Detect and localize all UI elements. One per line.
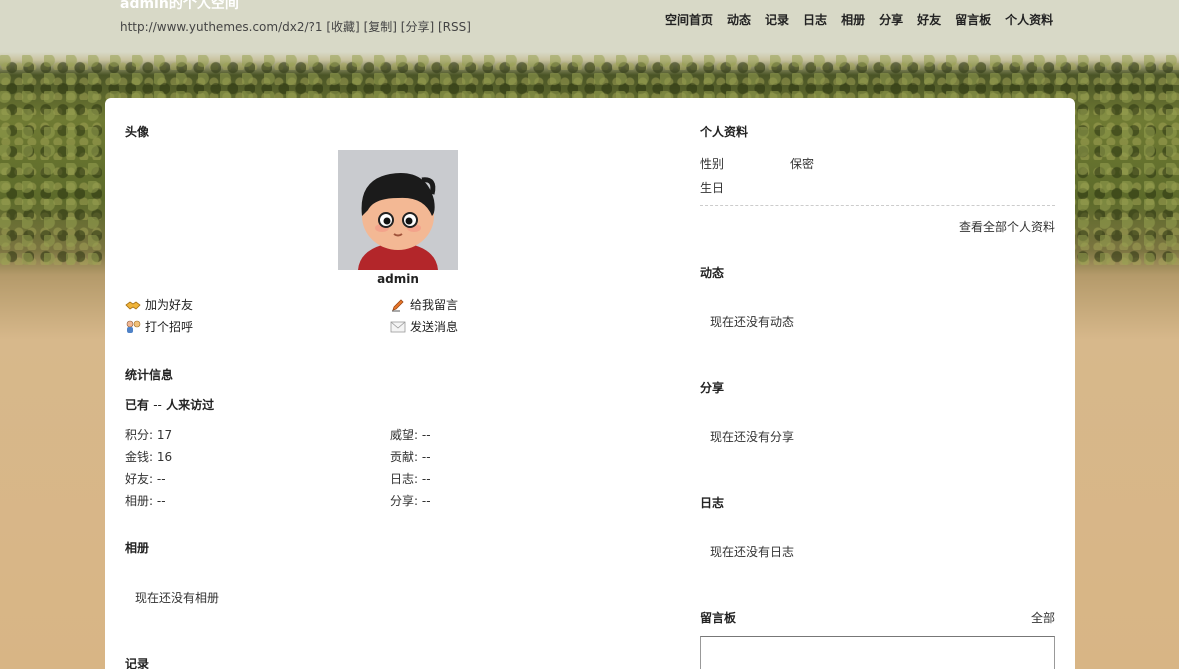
birthday-label: 生日 — [700, 181, 725, 195]
stats-section-title: 统计信息 — [125, 368, 174, 382]
gender-value: 保密 — [790, 157, 815, 171]
content-panel: 头像 admin 加为好友 给我留言 打个招呼 发送消息 统计信息 已有 -- … — [105, 98, 1075, 669]
greeting-person-icon — [125, 320, 141, 334]
nav-profile[interactable]: 个人资料 — [1005, 11, 1053, 28]
guestbook-section-title: 留言板 — [700, 611, 737, 625]
copy-link[interactable]: [复制] — [364, 20, 397, 34]
rss-link[interactable]: [RSS] — [438, 20, 471, 34]
favorite-link[interactable]: [收藏] — [326, 20, 359, 34]
stat-blogs: 日志: -- — [390, 472, 431, 486]
send-message-button[interactable]: 发送消息 — [390, 318, 458, 335]
guestbook-input[interactable] — [700, 636, 1055, 669]
visitor-count: 已有 -- 人来访过 — [125, 396, 214, 413]
nav-feed[interactable]: 动态 — [727, 11, 751, 28]
stat-money: 金钱: 16 — [125, 450, 173, 464]
album-section-title: 相册 — [125, 541, 150, 555]
stat-contribution: 贡献: -- — [390, 450, 431, 464]
nav-blog[interactable]: 日志 — [803, 11, 827, 28]
guestbook-all-link[interactable]: 全部 — [1031, 609, 1055, 626]
blog-empty-text: 现在还没有日志 — [710, 545, 795, 559]
greet-label: 打个招呼 — [145, 320, 194, 334]
visitor-prefix: 已有 — [125, 398, 150, 412]
stat-shares: 分享: -- — [390, 494, 431, 508]
nav-guestbook[interactable]: 留言板 — [955, 11, 991, 28]
send-message-label: 发送消息 — [410, 320, 459, 334]
share-section-title: 分享 — [700, 381, 725, 395]
profile-divider — [700, 205, 1055, 206]
space-nav: 空间首页 动态 记录 日志 相册 分享 好友 留言板 个人资料 — [665, 11, 1067, 28]
add-friend-label: 加为好友 — [145, 298, 194, 312]
visitor-suffix: 人来访过 — [166, 398, 215, 412]
stat-credits: 积分: 17 — [125, 428, 173, 442]
nav-album[interactable]: 相册 — [841, 11, 865, 28]
visitor-number: -- — [153, 398, 162, 412]
avatar-cartoon-icon — [338, 150, 458, 270]
avatar-section-title: 头像 — [125, 125, 150, 139]
share-link[interactable]: [分享] — [401, 20, 434, 34]
share-empty-text: 现在还没有分享 — [710, 430, 795, 444]
nav-share[interactable]: 分享 — [879, 11, 903, 28]
stat-friends: 好友: -- — [125, 472, 166, 486]
nav-home[interactable]: 空间首页 — [665, 11, 713, 28]
stat-prestige: 威望: -- — [390, 428, 431, 442]
nav-friends[interactable]: 好友 — [917, 11, 941, 28]
records-section-title: 记录 — [125, 657, 150, 669]
view-all-profile-link[interactable]: 查看全部个人资料 — [959, 218, 1055, 235]
handshake-icon — [125, 298, 141, 312]
feed-section-title: 动态 — [700, 266, 725, 280]
envelope-icon — [390, 320, 406, 334]
space-title: admin的个人空间 — [120, 0, 239, 12]
space-url-bar: http://www.yuthemes.com/dx2/?1 [收藏] [复制]… — [120, 18, 471, 35]
leave-message-button[interactable]: 给我留言 — [390, 296, 458, 313]
profile-section-title: 个人资料 — [700, 125, 749, 139]
space-url[interactable]: http://www.yuthemes.com/dx2/?1 — [120, 20, 323, 34]
pencil-icon — [390, 298, 406, 312]
blog-section-title: 日志 — [700, 496, 725, 510]
leave-message-label: 给我留言 — [410, 298, 459, 312]
stat-albums: 相册: -- — [125, 494, 166, 508]
add-friend-button[interactable]: 加为好友 — [125, 296, 193, 313]
nav-records[interactable]: 记录 — [765, 11, 789, 28]
avatar-username[interactable]: admin — [338, 272, 458, 286]
feed-empty-text: 现在还没有动态 — [710, 315, 795, 329]
album-empty-text: 现在还没有相册 — [135, 591, 220, 605]
greet-button[interactable]: 打个招呼 — [125, 318, 193, 335]
gender-label: 性别 — [700, 157, 725, 171]
avatar[interactable] — [338, 150, 458, 270]
